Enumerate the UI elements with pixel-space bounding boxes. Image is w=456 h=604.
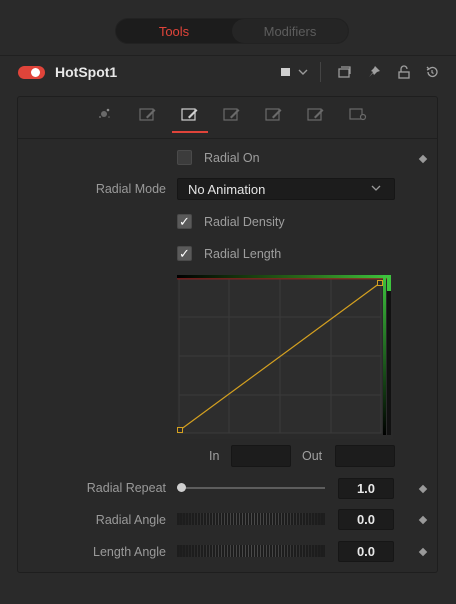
tab-bar: Tools Modifiers [115, 18, 349, 44]
out-label: Out [302, 449, 323, 463]
tool-name: HotSpot1 [55, 64, 118, 80]
reset-icon[interactable] [424, 64, 440, 80]
keyframe-icon[interactable] [418, 515, 428, 525]
active-subtab-indicator [172, 131, 208, 133]
in-field[interactable] [231, 445, 291, 467]
separator [320, 62, 321, 82]
slider-handle[interactable] [177, 483, 186, 492]
checkbox[interactable] [177, 150, 192, 165]
color-swatch-icon[interactable] [278, 64, 294, 80]
keyframe-icon[interactable] [418, 484, 428, 494]
view-icon[interactable] [336, 64, 352, 80]
lock-icon[interactable] [396, 64, 412, 80]
edit-icon[interactable] [139, 106, 157, 122]
divider [18, 138, 437, 139]
edit-icon[interactable] [265, 106, 283, 122]
radial-on-checkbox[interactable]: Radial On [177, 150, 260, 165]
edit-icon[interactable] [181, 106, 199, 122]
tool-enable-toggle[interactable] [18, 66, 45, 79]
length-angle-thumbwheel[interactable] [177, 545, 325, 557]
lookup-curve-editor[interactable] [177, 275, 393, 439]
length-angle-label: Length Angle [93, 545, 166, 559]
tool-header: HotSpot1 [0, 56, 456, 88]
radial-repeat-slider[interactable] [177, 487, 325, 489]
radial-density-checkbox[interactable]: ✓ Radial Density [177, 214, 285, 229]
radial-angle-label: Radial Angle [95, 513, 166, 527]
tab-modifiers[interactable]: Modifiers [232, 19, 348, 43]
chevron-down-icon[interactable] [295, 64, 311, 80]
settings-icon[interactable] [349, 106, 367, 122]
keyframe-icon[interactable] [418, 154, 428, 164]
checkbox[interactable]: ✓ [177, 214, 192, 229]
in-label: In [209, 449, 220, 463]
radial-mode-label: Radial Mode [95, 182, 166, 196]
edit-icon[interactable] [307, 106, 325, 122]
radial-repeat-input[interactable]: 1.0 [338, 478, 394, 499]
inspector-panel: Radial On Radial Mode No Animation ✓ Rad… [17, 96, 438, 573]
chevron-down-icon [370, 182, 382, 197]
checkbox[interactable]: ✓ [177, 246, 192, 261]
radial-density-label: Radial Density [204, 214, 285, 229]
radial-length-checkbox[interactable]: ✓ Radial Length [177, 246, 281, 261]
length-angle-input[interactable]: 0.0 [338, 541, 394, 562]
radial-angle-thumbwheel[interactable] [177, 513, 325, 525]
radial-angle-input[interactable]: 0.0 [338, 509, 394, 530]
radial-on-label: Radial On [204, 150, 260, 165]
tab-tools[interactable]: Tools [116, 19, 232, 43]
radial-length-label: Radial Length [204, 246, 282, 261]
hotspot-icon[interactable] [95, 106, 113, 122]
radial-mode-dropdown[interactable]: No Animation [177, 178, 395, 200]
keyframe-icon[interactable] [418, 547, 428, 557]
edit-icon[interactable] [223, 106, 241, 122]
out-field[interactable] [335, 445, 395, 467]
radial-repeat-label: Radial Repeat [86, 481, 166, 495]
subtab-bar [18, 97, 437, 135]
pin-icon[interactable] [366, 64, 382, 80]
radial-mode-value: No Animation [188, 181, 266, 197]
